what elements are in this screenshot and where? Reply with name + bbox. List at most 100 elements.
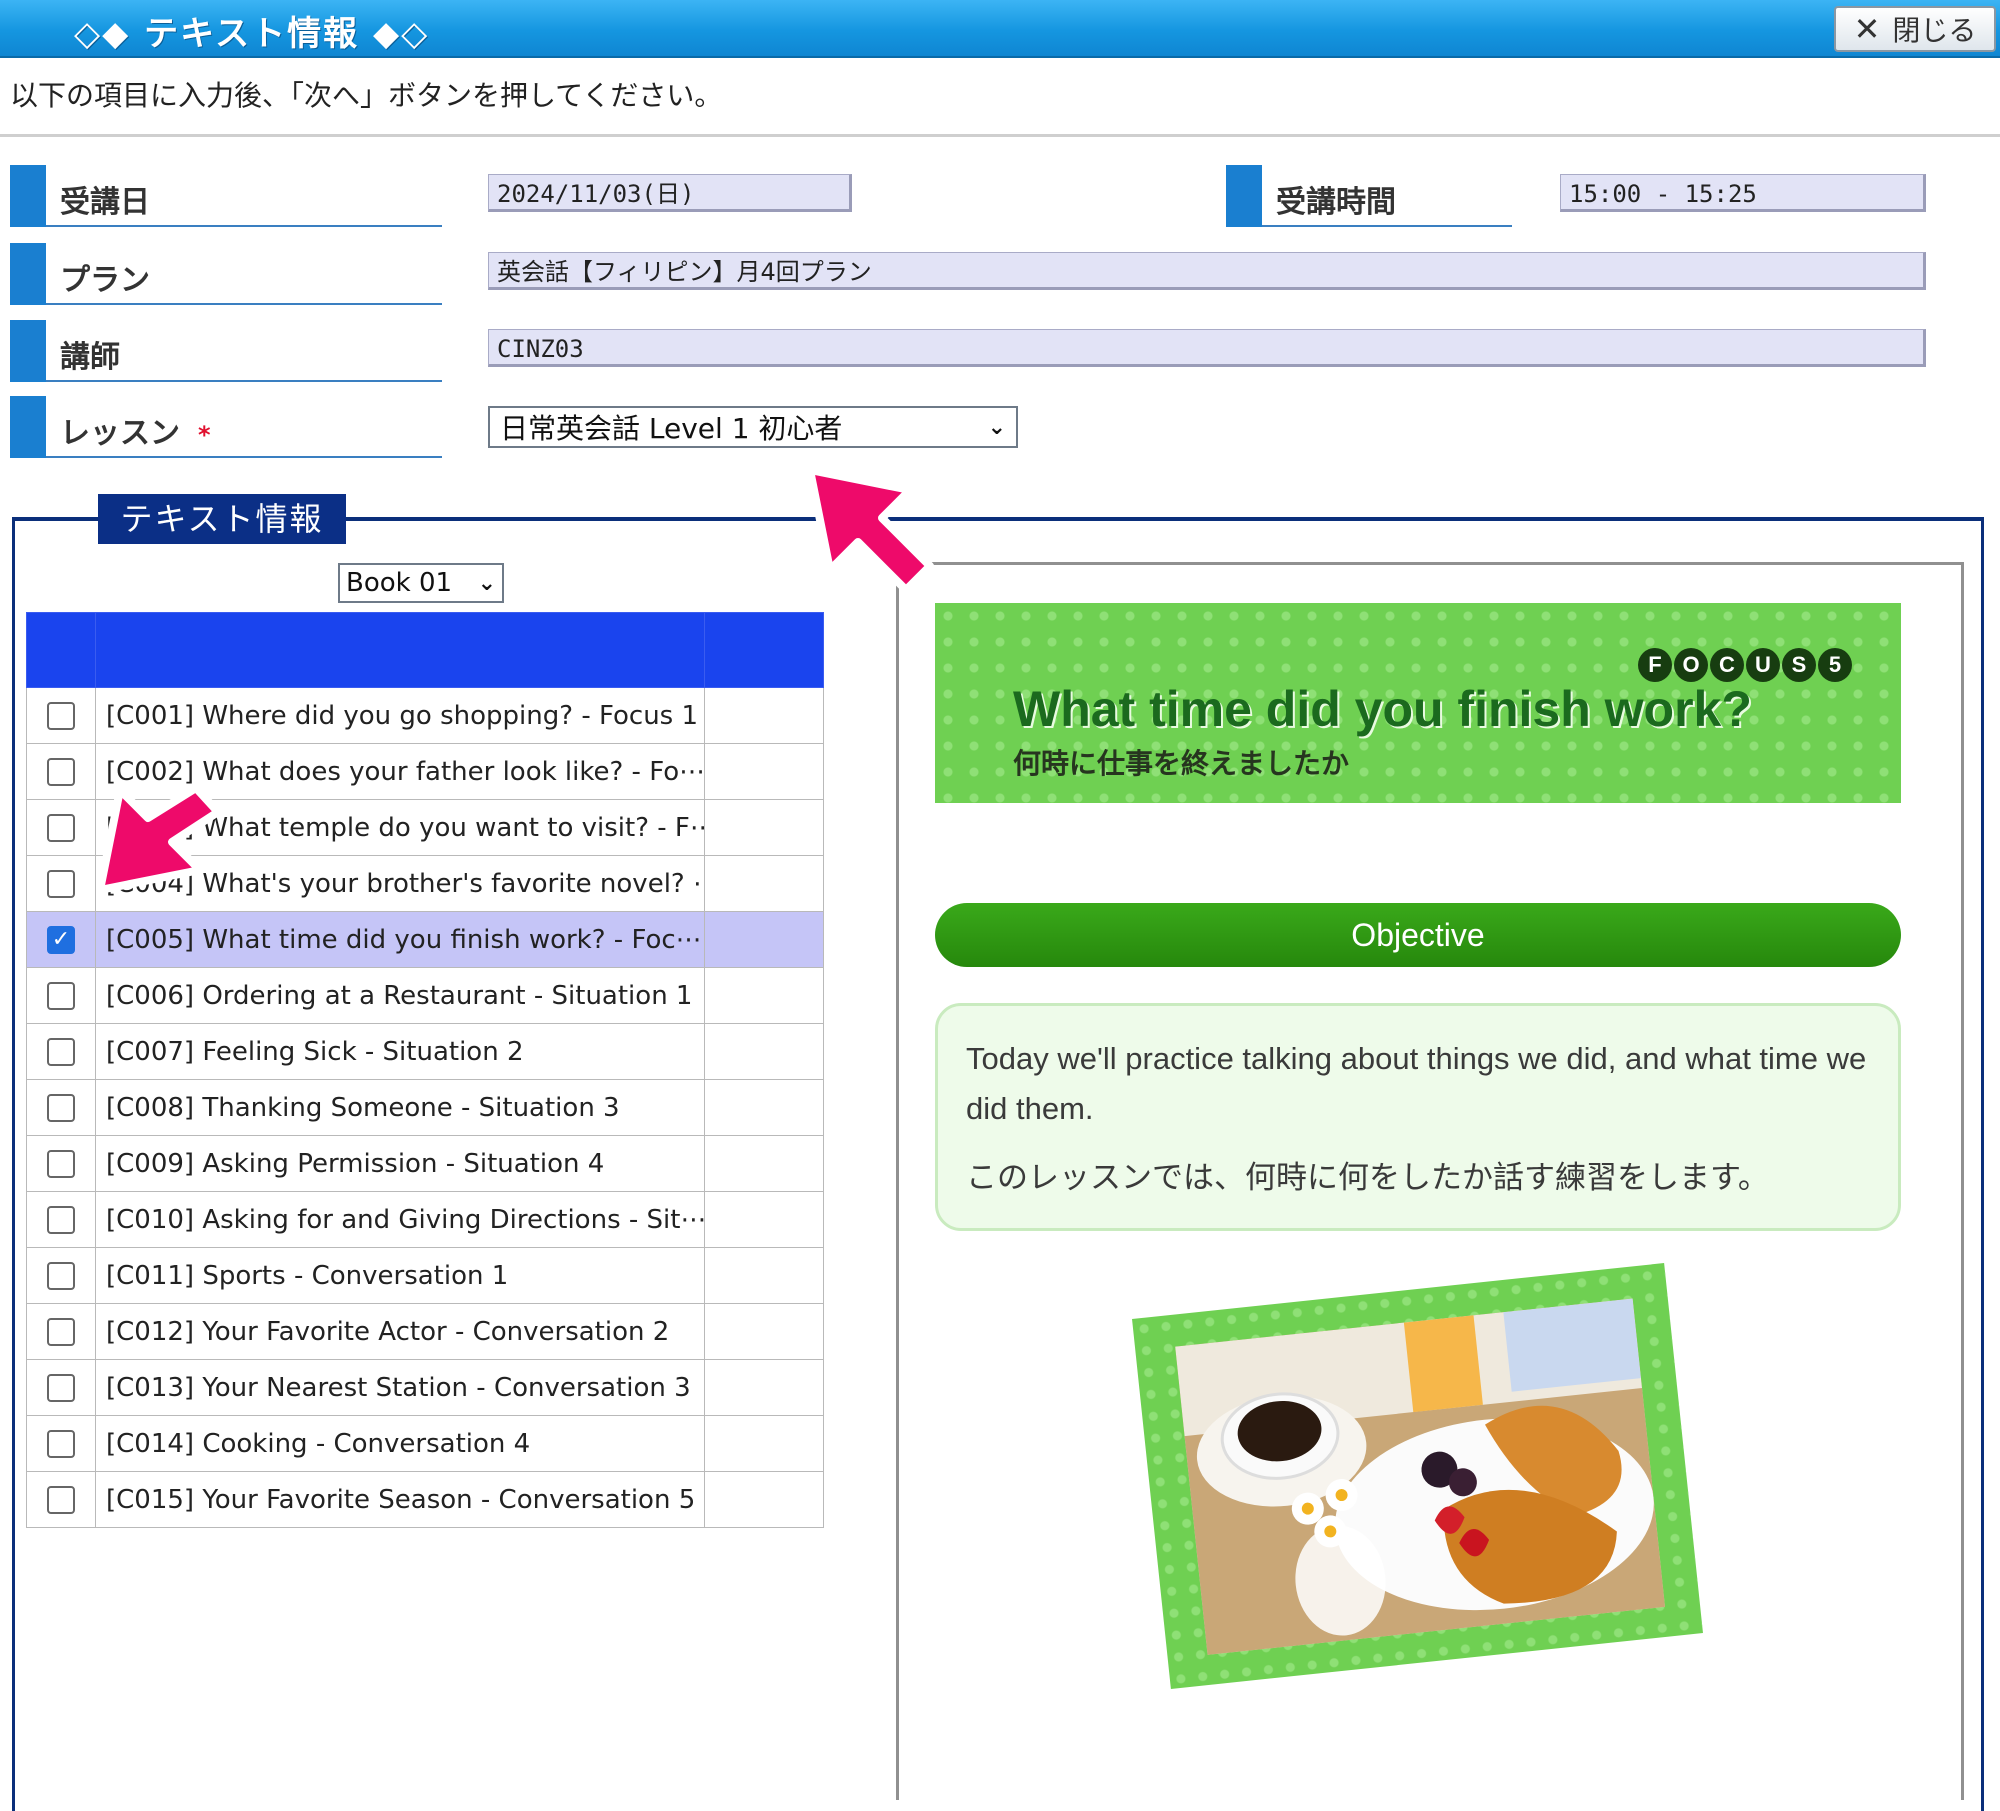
item-checkbox[interactable] bbox=[47, 1429, 75, 1458]
chevron-down-icon: ⌄ bbox=[987, 414, 1006, 440]
item-label: [C007] Feeling Sick - Situation 2 bbox=[95, 1023, 705, 1080]
item-checkbox[interactable] bbox=[47, 813, 75, 842]
text-list-table: [C001] Where did you go shopping? - Focu… bbox=[26, 612, 824, 1528]
plan-label-text: プラン bbox=[60, 263, 150, 298]
item-checkbox[interactable] bbox=[47, 1261, 75, 1290]
item-extra-cell bbox=[704, 1247, 824, 1304]
checkbox-cell bbox=[26, 1415, 96, 1472]
fieldset-border-left bbox=[12, 517, 15, 1811]
focus-badge-letter: 5 bbox=[1818, 648, 1852, 682]
label-accent bbox=[10, 243, 46, 305]
header-cell bbox=[704, 612, 824, 688]
item-checkbox[interactable] bbox=[47, 1373, 75, 1402]
item-label: [C008] Thanking Someone - Situation 3 bbox=[95, 1079, 705, 1136]
item-checkbox[interactable] bbox=[47, 981, 75, 1010]
focus-badge-letter: C bbox=[1710, 648, 1744, 682]
item-checkbox[interactable]: ✓ bbox=[47, 925, 75, 954]
list-item[interactable]: [C012] Your Favorite Actor - Conversatio… bbox=[26, 1303, 824, 1360]
list-item[interactable]: [C008] Thanking Someone - Situation 3 bbox=[26, 1079, 824, 1136]
focus-badge-letter: S bbox=[1782, 648, 1816, 682]
checkbox-cell bbox=[26, 1079, 96, 1136]
list-item[interactable]: [C011] Sports - Conversation 1 bbox=[26, 1247, 824, 1304]
plan-value: 英会話【フィリピン】月4回プラン bbox=[488, 252, 1926, 290]
label-accent bbox=[1226, 165, 1262, 227]
item-extra-cell bbox=[704, 1415, 824, 1472]
fieldset-border-right bbox=[1981, 517, 1984, 1811]
label-accent bbox=[10, 165, 46, 227]
list-item[interactable]: [C009] Asking Permission - Situation 4 bbox=[26, 1135, 824, 1192]
lesson-photo-frame bbox=[1132, 1263, 1703, 1689]
item-label: [C013] Your Nearest Station - Conversati… bbox=[95, 1359, 705, 1416]
list-item[interactable]: [C014] Cooking - Conversation 4 bbox=[26, 1415, 824, 1472]
list-item[interactable]: [C001] Where did you go shopping? - Focu… bbox=[26, 687, 824, 744]
lesson-select[interactable]: 日常英会話 Level 1 初心者 ⌄ bbox=[488, 406, 1018, 448]
item-checkbox[interactable] bbox=[47, 1149, 75, 1178]
objective-english: Today we'll practice talking about thing… bbox=[966, 1041, 1867, 1126]
checkbox-cell bbox=[26, 855, 96, 912]
breakfast-photo bbox=[1175, 1298, 1666, 1655]
pointer-arrow-icon bbox=[96, 784, 222, 894]
item-extra-cell bbox=[704, 1471, 824, 1528]
focus-badge: FOCUS5 bbox=[1638, 648, 1852, 682]
item-checkbox[interactable] bbox=[47, 757, 75, 786]
list-item[interactable]: [C010] Asking for and Giving Directions … bbox=[26, 1191, 824, 1248]
item-checkbox[interactable] bbox=[47, 869, 75, 898]
focus-badge-letter: U bbox=[1746, 648, 1780, 682]
teacher-value: CINZ03 bbox=[488, 329, 1926, 367]
item-extra-cell bbox=[704, 1359, 824, 1416]
checkbox-cell bbox=[26, 743, 96, 800]
item-checkbox[interactable] bbox=[47, 701, 75, 730]
item-extra-cell bbox=[704, 799, 824, 856]
checkbox-cell bbox=[26, 1023, 96, 1080]
checkbox-cell bbox=[26, 1247, 96, 1304]
list-item[interactable]: [C013] Your Nearest Station - Conversati… bbox=[26, 1359, 824, 1416]
time-value: 15:00 - 15:25 bbox=[1560, 174, 1926, 212]
book-select[interactable]: Book 01 ⌄ bbox=[338, 563, 504, 603]
date-value: 2024/11/03(日) bbox=[488, 174, 852, 212]
item-checkbox[interactable] bbox=[47, 1205, 75, 1234]
objective-box: Today we'll practice talking about thing… bbox=[935, 1003, 1901, 1231]
time-label-text: 受講時間 bbox=[1276, 185, 1396, 220]
lesson-label-word: レッスン bbox=[60, 416, 180, 451]
teacher-label: 講師 bbox=[10, 320, 442, 382]
checkbox-cell: ✓ bbox=[26, 911, 96, 968]
item-extra-cell bbox=[704, 1079, 824, 1136]
date-label: 受講日 bbox=[10, 165, 442, 227]
checkbox-cell bbox=[26, 687, 96, 744]
list-item[interactable]: [C015] Your Favorite Season - Conversati… bbox=[26, 1471, 824, 1528]
item-extra-cell bbox=[704, 855, 824, 912]
item-checkbox[interactable] bbox=[47, 1093, 75, 1122]
item-label: [C010] Asking for and Giving Directions … bbox=[95, 1191, 705, 1248]
lesson-title: What time did you finish work? bbox=[1013, 681, 1752, 737]
item-extra-cell bbox=[704, 743, 824, 800]
checkbox-cell bbox=[26, 799, 96, 856]
divider bbox=[0, 134, 2000, 137]
item-checkbox[interactable] bbox=[47, 1317, 75, 1346]
window-titlebar: ◇◆ テキスト情報 ◆◇ ✕ 閉じる bbox=[0, 0, 2000, 58]
item-extra-cell bbox=[704, 1303, 824, 1360]
item-checkbox[interactable] bbox=[47, 1485, 75, 1514]
text-info-legend: テキスト情報 bbox=[98, 494, 346, 544]
item-label: [C014] Cooking - Conversation 4 bbox=[95, 1415, 705, 1472]
required-mark: * bbox=[198, 421, 211, 449]
objective-header: Objective bbox=[935, 903, 1901, 967]
close-button[interactable]: ✕ 閉じる bbox=[1834, 6, 1996, 52]
item-label: [C012] Your Favorite Actor - Conversatio… bbox=[95, 1303, 705, 1360]
item-label: [C011] Sports - Conversation 1 bbox=[95, 1247, 705, 1304]
item-checkbox[interactable] bbox=[47, 1037, 75, 1066]
lesson-label: レッスン * bbox=[10, 396, 442, 458]
instruction-text: 以下の項目に入力後、「次へ」ボタンを押してください。 bbox=[10, 79, 723, 112]
objective-japanese: このレッスンでは、何時に何をしたか話す練習をします。 bbox=[966, 1160, 1769, 1196]
item-label: [C015] Your Favorite Season - Conversati… bbox=[95, 1471, 705, 1528]
item-label: [C001] Where did you go shopping? - Focu… bbox=[95, 687, 705, 744]
date-label-text: 受講日 bbox=[60, 185, 150, 220]
checkbox-cell bbox=[26, 1303, 96, 1360]
chevron-down-icon: ⌄ bbox=[477, 570, 496, 596]
checkbox-cell bbox=[26, 1191, 96, 1248]
checkbox-cell bbox=[26, 1359, 96, 1416]
label-accent bbox=[10, 396, 46, 458]
list-item[interactable]: [C007] Feeling Sick - Situation 2 bbox=[26, 1023, 824, 1080]
pointer-arrow-icon bbox=[806, 466, 934, 594]
list-item[interactable]: [C006] Ordering at a Restaurant - Situat… bbox=[26, 967, 824, 1024]
close-icon: ✕ bbox=[1853, 10, 1881, 48]
